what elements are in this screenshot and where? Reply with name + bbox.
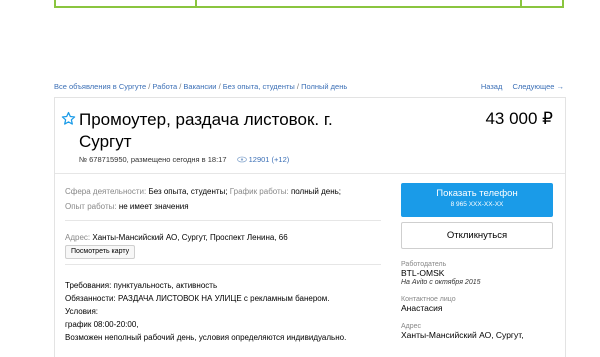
listing-price: 43 000 ₽ [485,109,553,128]
listing-title: Промоутер, раздача листовок. г. Сургут [79,110,333,151]
respond-button[interactable]: Откликнуться [401,222,553,249]
description-line: Обязанности: РАЗДАЧА ЛИСТОВОК НА УЛИЦЕ с… [65,294,330,303]
divider [65,220,381,221]
seller-label: Работодатель [401,261,447,268]
listing-meta: № 678715950, размещено сегодня в 18:17 1… [79,155,289,164]
sidebar-address-value: Ханты-Мансийский АО, Сургут, [401,330,524,340]
contact-label: Контактное лицо [401,296,456,303]
sidebar-address-block: Адрес Ханты-Мансийский АО, Сургут, [401,323,561,341]
breadcrumb-item[interactable]: Работа [152,82,177,91]
sphere-value: Без опыта, студенты; [148,187,228,196]
listing-nav: Назад Следующее → [473,82,564,91]
show-map-button[interactable]: Посмотреть карту [65,245,136,259]
address-label: Адрес: [65,233,91,242]
listing-card: Промоутер, раздача листовок. г. Сургут 4… [54,97,566,357]
eye-icon [236,156,247,163]
breadcrumb-item[interactable]: Полный день [301,82,347,91]
description: Требования: пунктуальность, активность О… [65,279,375,344]
breadcrumb-item[interactable]: Без опыта, студенты [223,82,295,91]
address-value: Ханты-Мансийский АО, Сургут, Проспект Ле… [92,233,288,242]
description-line: Требования: пунктуальность, активность [65,281,218,290]
sidebar-address-label: Адрес [401,323,422,330]
breadcrumb-item[interactable]: Все объявления в Сургуте [54,82,146,91]
favorite-star-icon[interactable] [61,111,76,126]
views-counter[interactable]: 12901 (+12) [236,155,290,164]
job-params: Сфера деятельности: Без опыта, студенты;… [65,184,375,214]
divider [55,173,565,174]
schedule-label: График работы: [229,187,289,196]
contact-name: Анастасия [401,303,443,313]
frame-divider [520,0,522,6]
seller-name[interactable]: BTL-OMSK [401,268,561,279]
description-line: Условия: [65,307,99,316]
description-line: график 08:00-20:00, [65,320,139,329]
breadcrumb-item[interactable]: Вакансии [183,82,216,91]
description-line: Возможен неполный рабочий день, условия … [65,333,347,342]
sphere-label: Сфера деятельности: [65,187,147,196]
schedule-value: полный день; [290,187,341,196]
address-line: Адрес: Ханты-Мансийский АО, Сургут, Прос… [65,233,288,242]
frame-divider [195,0,197,6]
phone-number-masked: 8 965 XXX-XX-XX [450,201,504,208]
back-link[interactable]: Назад [481,82,503,91]
show-phone-button[interactable]: Показать телефон 8 965 XXX-XX-XX [401,183,553,217]
experience-value: не имеет значения [118,202,189,211]
contact-block: Контактное лицо Анастасия [401,296,561,314]
listing-number: № 678715950, размещено сегодня в 18:17 [79,155,227,164]
seller-since: На Avito с октября 2015 [401,279,481,286]
next-link[interactable]: Следующее → [512,82,564,91]
seller-block: Работодатель BTL-OMSK На Avito с октября… [401,261,561,286]
show-phone-label: Показать телефон [436,188,518,199]
breadcrumb: Все объявления в Сургуте / Работа / Вака… [54,82,348,91]
experience-label: Опыт работы: [65,202,117,211]
divider [65,264,381,265]
views-count: 12901 (+12) [248,155,290,164]
top-ad-frame [54,0,564,8]
